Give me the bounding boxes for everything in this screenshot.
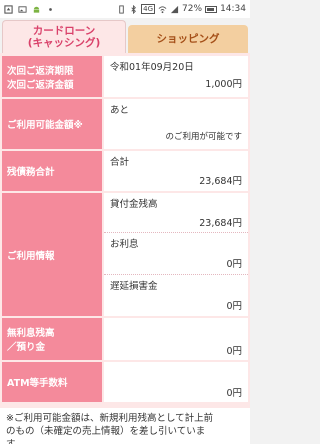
tab-card-loan[interactable]: カードローン (キャッシング) — [2, 20, 126, 53]
next-payment-cell: 令和01年09月20日 1,000円 — [102, 56, 248, 99]
tab-card-loan-sublabel: (キャッシング) — [27, 37, 101, 49]
battery-icon — [205, 5, 218, 13]
battery-percent: 72% — [182, 4, 203, 14]
row-atm-fee: ATM等手数料 0円 — [2, 362, 248, 404]
total-debt-cell: 合計 23,684円 — [102, 151, 248, 193]
footnote: ※ご利用可能金額は、新規利用残高として計上前 のもの（未確定の売上情報）を差し引… — [0, 408, 250, 444]
notification-dot-icon — [49, 7, 52, 11]
atm-fee-header: ATM等手数料 — [2, 362, 102, 404]
total-debt-sublabel: 合計 — [110, 157, 130, 168]
interest-free-cell: 0円 — [102, 318, 248, 362]
wifi-icon — [158, 5, 167, 13]
vibrate-icon — [119, 4, 124, 14]
atm-fee-cell: 0円 — [102, 362, 248, 404]
notification-icon — [4, 4, 13, 14]
atm-fee-value: 0円 — [226, 388, 242, 399]
usage-info-cell: 貸付金残高 23,684円 お利息 0円 遅延損害金 0円 — [102, 193, 248, 318]
next-payment-date: 令和01年09月20日 — [110, 62, 194, 73]
status-bar: 4G 72% 14:34 — [0, 0, 250, 18]
next-payment-amount: 1,000円 — [205, 79, 242, 90]
tab-shopping[interactable]: ショッピング — [128, 25, 248, 53]
available-amount-header: ご利用可能金額※ — [2, 99, 102, 151]
total-debt-header: 残債務合計 — [2, 151, 102, 193]
android-icon — [33, 6, 40, 13]
interest-free-header: 無利息残高 ／預り金 — [2, 318, 102, 362]
row-interest-free: 無利息残高 ／預り金 0円 — [2, 318, 248, 362]
next-payment-header: 次回ご返済期限 次回ご返済金額 — [2, 56, 102, 99]
interest-free-value: 0円 — [226, 346, 242, 357]
tab-card-loan-label: カードローン — [32, 25, 96, 37]
bluetooth-icon — [131, 4, 137, 14]
row-total-debt: 残債務合計 合計 23,684円 — [2, 151, 248, 193]
network-type-badge: 4G — [141, 4, 156, 14]
list-item: お利息 0円 — [104, 233, 248, 275]
available-suffix: のご利用が可能です — [165, 132, 242, 142]
loan-info-table: 次回ご返済期限 次回ご返済金額 令和01年09月20日 1,000円 ご利用可能… — [2, 56, 248, 404]
usage-info-header: ご利用情報 — [2, 193, 102, 318]
signal-icon — [170, 5, 179, 13]
total-debt-value: 23,684円 — [199, 176, 242, 187]
available-prefix: あと — [110, 105, 130, 116]
image-icon — [18, 5, 27, 13]
tab-bar: カードローン (キャッシング) ショッピング — [0, 18, 250, 53]
tab-shopping-label: ショッピング — [156, 33, 220, 45]
row-available-amount: ご利用可能金額※ あと のご利用が可能です — [2, 99, 248, 151]
row-next-payment: 次回ご返済期限 次回ご返済金額 令和01年09月20日 1,000円 — [2, 56, 248, 99]
clock: 14:34 — [220, 4, 246, 14]
list-item: 遅延損害金 0円 — [110, 281, 242, 312]
available-amount-cell: あと のご利用が可能です — [102, 99, 248, 151]
list-item: 貸付金残高 23,684円 — [104, 193, 248, 233]
loan-info-panel: 次回ご返済期限 次回ご返済金額 令和01年09月20日 1,000円 ご利用可能… — [0, 53, 250, 408]
row-usage-info: ご利用情報 貸付金残高 23,684円 お利息 0円 遅延損害金 0円 — [2, 193, 248, 318]
